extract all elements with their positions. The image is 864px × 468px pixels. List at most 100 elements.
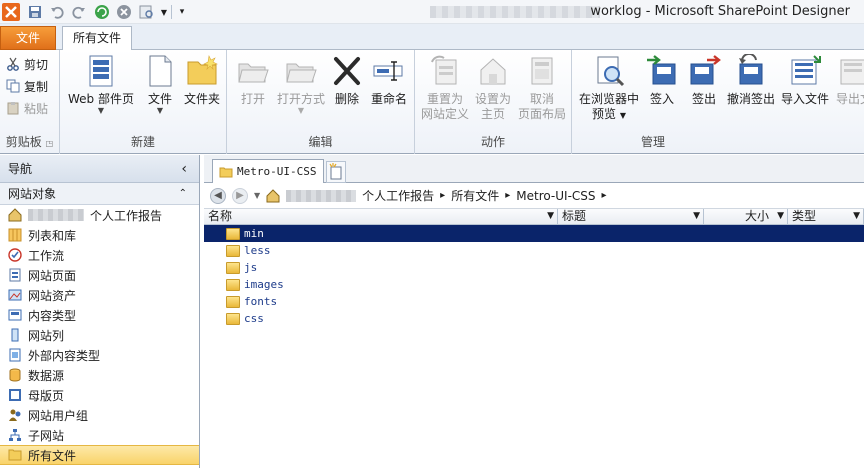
nav-item-asset[interactable]: 网站资产: [0, 285, 199, 305]
column-title[interactable]: 标题 ▼: [558, 209, 704, 224]
nav-item-column[interactable]: 网站列: [0, 325, 199, 345]
redo-icon[interactable]: [70, 3, 88, 21]
group-new: Web 部件页 ▼ 文件 ▼ 文件夹 新建: [60, 50, 227, 154]
nav-item-content-type[interactable]: 内容类型: [0, 305, 199, 325]
chevron-down-icon[interactable]: ▼: [853, 209, 860, 224]
group-label-new: 新建: [130, 135, 155, 149]
nav-item-users[interactable]: 网站用户组: [0, 405, 199, 425]
chevron-down-icon[interactable]: ▼: [254, 191, 260, 200]
column-icon: [11, 328, 19, 342]
file-row[interactable]: css: [204, 310, 864, 327]
chevron-down-icon[interactable]: ▼: [693, 209, 700, 224]
preview-label-1: 在浏览器中: [578, 92, 639, 106]
file-name: images: [244, 278, 284, 291]
preview-icon[interactable]: [138, 3, 156, 21]
export-label: 导出文: [835, 92, 864, 106]
column-type[interactable]: 类型 ▼: [788, 209, 864, 224]
reset-to-site-definition-button[interactable]: 重置为 网站定义: [419, 54, 471, 122]
open-with-button[interactable]: 打开方式 ▼: [275, 54, 327, 115]
rename-icon: [372, 54, 406, 88]
stop-icon[interactable]: [115, 3, 133, 21]
tab-metro-ui-css[interactable]: Metro-UI-CSS: [212, 159, 324, 183]
nav-item-workflow[interactable]: 工作流: [0, 245, 199, 265]
export-file-icon: [837, 54, 864, 88]
nav-item-subsite[interactable]: 子网站: [0, 425, 199, 445]
group-manage: 在浏览器中 预览 ▼ 签入 签出 撤消签出 导入文件 导出 管理: [572, 50, 864, 154]
chevron-down-icon[interactable]: ▼: [547, 209, 554, 224]
check-out-button[interactable]: 签出: [686, 54, 722, 107]
preview-in-browser-button[interactable]: 在浏览器中 预览 ▼: [576, 54, 642, 123]
tab-file[interactable]: 文件: [0, 26, 56, 50]
folder-icon: [226, 227, 240, 240]
nav-item-label: 网站用户组: [28, 408, 89, 423]
chevron-up-icon[interactable]: ⌃: [179, 183, 187, 205]
forward-button[interactable]: ▶: [232, 187, 248, 204]
nav-item-database[interactable]: 数据源: [0, 365, 199, 385]
new-folder-button[interactable]: 文件夹: [180, 54, 224, 107]
file-row[interactable]: min: [204, 225, 864, 242]
breadcrumb-separator[interactable]: ▸: [440, 190, 445, 201]
nav-item-page[interactable]: 网站页面: [0, 265, 199, 285]
asset-icon: [8, 289, 22, 301]
users-icon: [9, 409, 21, 421]
column-size-label: 大小: [744, 209, 769, 223]
column-name[interactable]: 名称 ▼: [204, 209, 558, 224]
undo-icon[interactable]: [48, 3, 66, 21]
chevron-down-icon[interactable]: ▼: [777, 209, 784, 224]
check-out-label: 签出: [691, 92, 716, 106]
open-button[interactable]: 打开: [233, 54, 273, 107]
web-part-page-label: Web 部件页: [68, 92, 134, 106]
file-row[interactable]: less: [204, 242, 864, 259]
import-files-button[interactable]: 导入文件: [778, 54, 832, 107]
breadcrumb-separator[interactable]: ▸: [505, 190, 510, 201]
file-name: js: [244, 261, 258, 274]
nav-item-external[interactable]: 外部内容类型: [0, 345, 199, 365]
set-as-home-button[interactable]: 设置为 主页: [471, 54, 515, 122]
home-icon[interactable]: [266, 188, 280, 203]
back-button[interactable]: ◀: [210, 187, 226, 204]
nav-item-folder[interactable]: 所有文件: [0, 445, 199, 465]
web-part-page-button[interactable]: Web 部件页 ▼: [66, 54, 136, 115]
nav-item-list[interactable]: 列表和库: [0, 225, 199, 245]
nav-item-home[interactable]: 个人工作报告: [0, 205, 199, 225]
rename-label: 重命名: [370, 92, 407, 106]
delete-icon: [330, 54, 364, 88]
folder-icon: [219, 167, 233, 177]
check-in-button[interactable]: 签入: [644, 54, 680, 107]
breadcrumb-separator[interactable]: ▸: [602, 190, 607, 201]
tab-all-files[interactable]: 所有文件: [62, 26, 132, 51]
breadcrumb-folder[interactable]: Metro-UI-CSS: [516, 189, 595, 203]
content-type-icon: [8, 309, 22, 321]
dialog-launcher-icon[interactable]: ◳: [46, 139, 54, 148]
copy-button[interactable]: 复制: [6, 76, 48, 96]
rename-button[interactable]: 重命名: [367, 54, 411, 107]
check-out-icon: [687, 54, 721, 88]
file-name: css: [244, 312, 264, 325]
list-icon: [8, 228, 22, 242]
site-objects-header[interactable]: 网站对象 ⌃: [0, 183, 199, 205]
breadcrumb-site[interactable]: 个人工作报告: [362, 187, 434, 204]
breadcrumb-all-files[interactable]: 所有文件: [451, 187, 499, 204]
new-file-button[interactable]: 文件 ▼: [140, 54, 180, 115]
cut-button[interactable]: 剪切: [6, 54, 48, 74]
detach-layout-icon: [525, 54, 559, 88]
app-logo-icon[interactable]: [2, 3, 20, 21]
nav-item-master-page[interactable]: 母版页: [0, 385, 199, 405]
file-row[interactable]: fonts: [204, 293, 864, 310]
undo-checkout-button[interactable]: 撤消签出: [724, 52, 778, 107]
scissors-icon: [7, 57, 19, 71]
collapse-pane-icon[interactable]: ‹: [181, 155, 187, 183]
group-clipboard: 剪切 复制 粘贴 剪贴板 ◳: [0, 50, 60, 154]
export-file-button[interactable]: 导出文: [834, 54, 864, 107]
new-file-label: 文件: [147, 92, 172, 106]
file-row[interactable]: js: [204, 259, 864, 276]
delete-button[interactable]: 删除: [329, 54, 365, 107]
paste-button[interactable]: 粘贴: [6, 98, 48, 118]
file-row[interactable]: images: [204, 276, 864, 293]
customize-qat-icon[interactable]: ▾: [173, 3, 191, 21]
detach-layout-button[interactable]: 取消 页面布局: [515, 54, 569, 122]
refresh-icon[interactable]: [93, 3, 111, 21]
column-size[interactable]: 大小 ▼: [704, 209, 788, 224]
save-icon[interactable]: [26, 3, 44, 21]
new-tab-button[interactable]: [326, 161, 346, 183]
